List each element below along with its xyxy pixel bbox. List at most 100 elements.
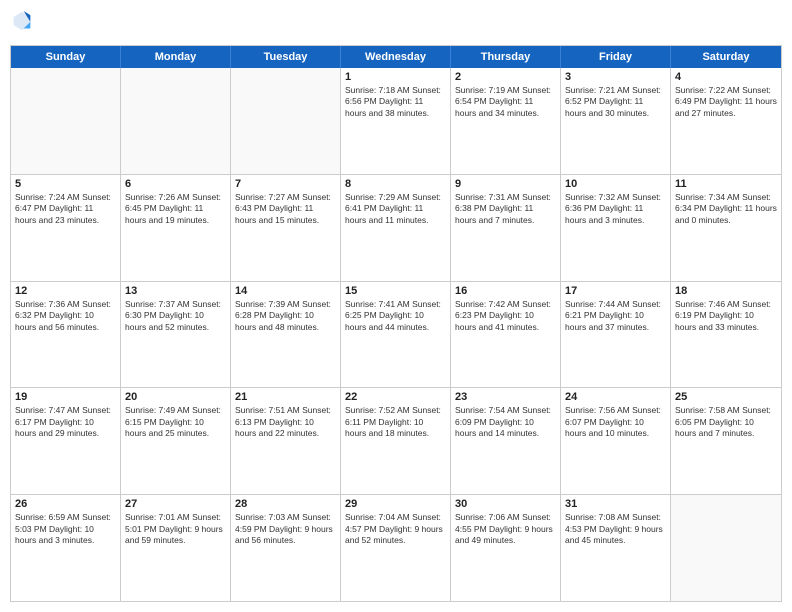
- day-number: 20: [125, 391, 226, 403]
- day-cell-5: 5 Sunrise: 7:24 AM Sunset: 6:47 PM Daylig…: [11, 175, 121, 281]
- day-info: Sunrise: 7:18 AM Sunset: 6:56 PM Dayligh…: [345, 85, 446, 119]
- day-number: 6: [125, 178, 226, 190]
- day-info: Sunrise: 7:19 AM Sunset: 6:54 PM Dayligh…: [455, 85, 556, 119]
- day-number: 8: [345, 178, 446, 190]
- day-info: Sunrise: 7:41 AM Sunset: 6:25 PM Dayligh…: [345, 299, 446, 333]
- day-number: 21: [235, 391, 336, 403]
- day-number: 29: [345, 498, 446, 510]
- header-day-wednesday: Wednesday: [341, 46, 451, 68]
- day-cell-19: 19Sunrise: 7:47 AM Sunset: 6:17 PM Dayli…: [11, 388, 121, 494]
- header-day-monday: Monday: [121, 46, 231, 68]
- day-number: 18: [675, 285, 777, 297]
- day-cell-8: 8 Sunrise: 7:29 AM Sunset: 6:41 PM Daylig…: [341, 175, 451, 281]
- day-info: Sunrise: 6:59 AM Sunset: 5:03 PM Dayligh…: [15, 512, 116, 546]
- logo-icon: [12, 10, 32, 32]
- day-cell-29: 29 Sunrise: 7:04 AM Sunset: 4:57 PM Dayli…: [341, 495, 451, 601]
- day-cell-15: 15 Sunrise: 7:41 AM Sunset: 6:25 PM Dayli…: [341, 282, 451, 388]
- day-info: Sunrise: 7:34 AM Sunset: 6:34 PM Dayligh…: [675, 192, 777, 226]
- empty-cell: [231, 68, 341, 174]
- day-number: 12: [15, 285, 116, 297]
- day-cell-22: 22 Sunrise: 7:52 AM Sunset: 6:11 PM Dayli…: [341, 388, 451, 494]
- empty-cell: [121, 68, 231, 174]
- day-cell-2: 2Sunrise: 7:19 AM Sunset: 6:54 PM Daylig…: [451, 68, 561, 174]
- day-cell-13: 13 Sunrise: 7:37 AM Sunset: 6:30 PM Dayli…: [121, 282, 231, 388]
- day-number: 24: [565, 391, 666, 403]
- day-number: 11: [675, 178, 777, 190]
- day-number: 9: [455, 178, 556, 190]
- day-cell-21: 21 Sunrise: 7:51 AM Sunset: 6:13 PM Dayli…: [231, 388, 341, 494]
- day-cell-20: 20 Sunrise: 7:49 AM Sunset: 6:15 PM Dayli…: [121, 388, 231, 494]
- day-info: Sunrise: 7:54 AM Sunset: 6:09 PM Dayligh…: [455, 405, 556, 439]
- day-number: 14: [235, 285, 336, 297]
- day-cell-9: 9 Sunrise: 7:31 AM Sunset: 6:38 PM Daylig…: [451, 175, 561, 281]
- header-day-tuesday: Tuesday: [231, 46, 341, 68]
- day-cell-12: 12Sunrise: 7:36 AM Sunset: 6:32 PM Dayli…: [11, 282, 121, 388]
- day-info: Sunrise: 7:04 AM Sunset: 4:57 PM Dayligh…: [345, 512, 446, 546]
- day-info: Sunrise: 7:44 AM Sunset: 6:21 PM Dayligh…: [565, 299, 666, 333]
- day-number: 1: [345, 71, 446, 83]
- day-info: Sunrise: 7:42 AM Sunset: 6:23 PM Dayligh…: [455, 299, 556, 333]
- calendar-row-2: 5 Sunrise: 7:24 AM Sunset: 6:47 PM Daylig…: [11, 174, 781, 281]
- day-number: 15: [345, 285, 446, 297]
- empty-cell: [11, 68, 121, 174]
- day-number: 3: [565, 71, 666, 83]
- day-info: Sunrise: 7:51 AM Sunset: 6:13 PM Dayligh…: [235, 405, 336, 439]
- day-cell-4: 4 Sunrise: 7:22 AM Sunset: 6:49 PM Daylig…: [671, 68, 781, 174]
- day-number: 23: [455, 391, 556, 403]
- day-cell-14: 14 Sunrise: 7:39 AM Sunset: 6:28 PM Dayli…: [231, 282, 341, 388]
- day-info: Sunrise: 7:46 AM Sunset: 6:19 PM Dayligh…: [675, 299, 777, 333]
- day-info: Sunrise: 7:21 AM Sunset: 6:52 PM Dayligh…: [565, 85, 666, 119]
- day-number: 28: [235, 498, 336, 510]
- day-info: Sunrise: 7:26 AM Sunset: 6:45 PM Dayligh…: [125, 192, 226, 226]
- day-info: Sunrise: 7:37 AM Sunset: 6:30 PM Dayligh…: [125, 299, 226, 333]
- day-cell-7: 7Sunrise: 7:27 AM Sunset: 6:43 PM Daylig…: [231, 175, 341, 281]
- day-cell-11: 11 Sunrise: 7:34 AM Sunset: 6:34 PM Dayli…: [671, 175, 781, 281]
- header-day-thursday: Thursday: [451, 46, 561, 68]
- calendar-body: 1 Sunrise: 7:18 AM Sunset: 6:56 PM Daylig…: [11, 68, 781, 601]
- day-info: Sunrise: 7:58 AM Sunset: 6:05 PM Dayligh…: [675, 405, 777, 439]
- header-day-sunday: Sunday: [11, 46, 121, 68]
- day-cell-6: 6 Sunrise: 7:26 AM Sunset: 6:45 PM Daylig…: [121, 175, 231, 281]
- empty-cell: [671, 495, 781, 601]
- day-cell-1: 1 Sunrise: 7:18 AM Sunset: 6:56 PM Daylig…: [341, 68, 451, 174]
- day-info: Sunrise: 7:08 AM Sunset: 4:53 PM Dayligh…: [565, 512, 666, 546]
- day-number: 19: [15, 391, 116, 403]
- calendar-row-1: 1 Sunrise: 7:18 AM Sunset: 6:56 PM Daylig…: [11, 68, 781, 174]
- day-number: 10: [565, 178, 666, 190]
- day-number: 5: [15, 178, 116, 190]
- day-cell-16: 16Sunrise: 7:42 AM Sunset: 6:23 PM Dayli…: [451, 282, 561, 388]
- day-info: Sunrise: 7:06 AM Sunset: 4:55 PM Dayligh…: [455, 512, 556, 546]
- day-info: Sunrise: 7:24 AM Sunset: 6:47 PM Dayligh…: [15, 192, 116, 226]
- header: [10, 10, 782, 37]
- day-info: Sunrise: 7:32 AM Sunset: 6:36 PM Dayligh…: [565, 192, 666, 226]
- day-info: Sunrise: 7:39 AM Sunset: 6:28 PM Dayligh…: [235, 299, 336, 333]
- day-number: 4: [675, 71, 777, 83]
- day-cell-28: 28 Sunrise: 7:03 AM Sunset: 4:59 PM Dayli…: [231, 495, 341, 601]
- day-info: Sunrise: 7:01 AM Sunset: 5:01 PM Dayligh…: [125, 512, 226, 546]
- header-day-saturday: Saturday: [671, 46, 781, 68]
- day-number: 27: [125, 498, 226, 510]
- calendar: SundayMondayTuesdayWednesdayThursdayFrid…: [10, 45, 782, 602]
- calendar-row-3: 12Sunrise: 7:36 AM Sunset: 6:32 PM Dayli…: [11, 281, 781, 388]
- day-cell-27: 27 Sunrise: 7:01 AM Sunset: 5:01 PM Dayli…: [121, 495, 231, 601]
- day-info: Sunrise: 7:29 AM Sunset: 6:41 PM Dayligh…: [345, 192, 446, 226]
- day-info: Sunrise: 7:03 AM Sunset: 4:59 PM Dayligh…: [235, 512, 336, 546]
- calendar-header: SundayMondayTuesdayWednesdayThursdayFrid…: [11, 46, 781, 68]
- day-cell-10: 10 Sunrise: 7:32 AM Sunset: 6:36 PM Dayli…: [561, 175, 671, 281]
- day-cell-23: 23 Sunrise: 7:54 AM Sunset: 6:09 PM Dayli…: [451, 388, 561, 494]
- day-info: Sunrise: 7:52 AM Sunset: 6:11 PM Dayligh…: [345, 405, 446, 439]
- day-cell-30: 30Sunrise: 7:06 AM Sunset: 4:55 PM Dayli…: [451, 495, 561, 601]
- day-number: 22: [345, 391, 446, 403]
- day-cell-26: 26Sunrise: 6:59 AM Sunset: 5:03 PM Dayli…: [11, 495, 121, 601]
- page: SundayMondayTuesdayWednesdayThursdayFrid…: [0, 0, 792, 612]
- day-number: 7: [235, 178, 336, 190]
- day-info: Sunrise: 7:49 AM Sunset: 6:15 PM Dayligh…: [125, 405, 226, 439]
- day-number: 13: [125, 285, 226, 297]
- header-day-friday: Friday: [561, 46, 671, 68]
- day-info: Sunrise: 7:22 AM Sunset: 6:49 PM Dayligh…: [675, 85, 777, 119]
- day-info: Sunrise: 7:31 AM Sunset: 6:38 PM Dayligh…: [455, 192, 556, 226]
- day-cell-24: 24Sunrise: 7:56 AM Sunset: 6:07 PM Dayli…: [561, 388, 671, 494]
- logo: [10, 10, 34, 37]
- day-number: 31: [565, 498, 666, 510]
- calendar-row-5: 26Sunrise: 6:59 AM Sunset: 5:03 PM Dayli…: [11, 494, 781, 601]
